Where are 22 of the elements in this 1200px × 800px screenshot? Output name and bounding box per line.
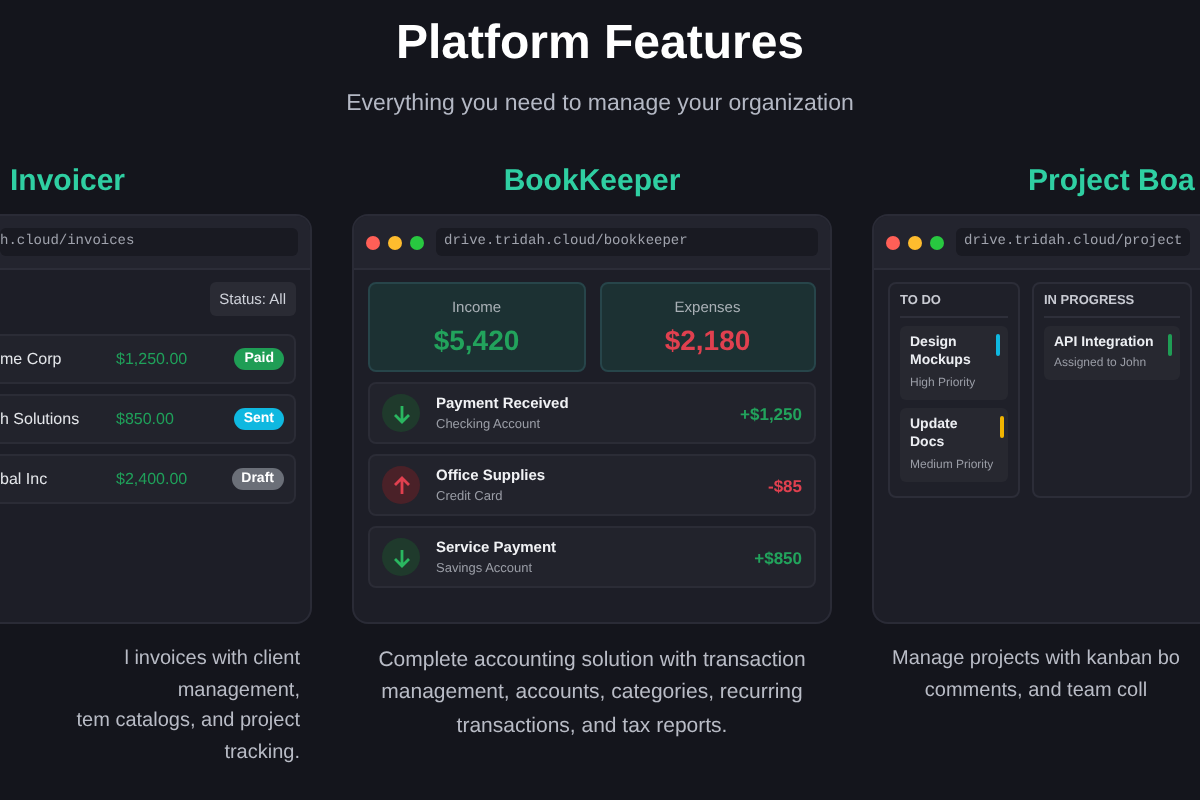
- product-title: Project Boa: [1026, 164, 1197, 198]
- summary-value: $5,420: [433, 324, 520, 356]
- page-title: Platform Features: [393, 16, 807, 72]
- summary-value: $2,180: [664, 324, 751, 356]
- client-name: h Solutions: [0, 410, 82, 428]
- product-description: l invoices with client management, tem catalogs, and project tracking.: [74, 646, 302, 767]
- transaction-amount: +$1,250: [740, 403, 802, 423]
- arrow-up-icon: [382, 466, 420, 504]
- invoice-amount: $2,400.00: [116, 470, 190, 488]
- page-subtitle: Everything you need to manage your organization: [344, 92, 856, 116]
- product-description: Manage projects with kanban bo comments, and team coll: [890, 646, 1182, 705]
- arrow-down-icon: [382, 394, 420, 432]
- product-description: Complete accounting solution with transaction management, accounts, categories, recurring transactions, and tax reports.: [376, 646, 808, 742]
- invoice-amount: $850.00: [116, 410, 176, 428]
- client-name: me Corp: [0, 350, 64, 368]
- transaction-amount: +$850: [754, 547, 802, 567]
- product-title: BookKeeper: [501, 164, 683, 198]
- product-title: Invoicer: [8, 164, 128, 198]
- invoice-amount: $1,250.00: [116, 350, 190, 368]
- client-name: bal Inc: [0, 470, 50, 488]
- transaction-amount: -$85: [767, 475, 802, 495]
- arrow-down-icon: [382, 538, 420, 576]
